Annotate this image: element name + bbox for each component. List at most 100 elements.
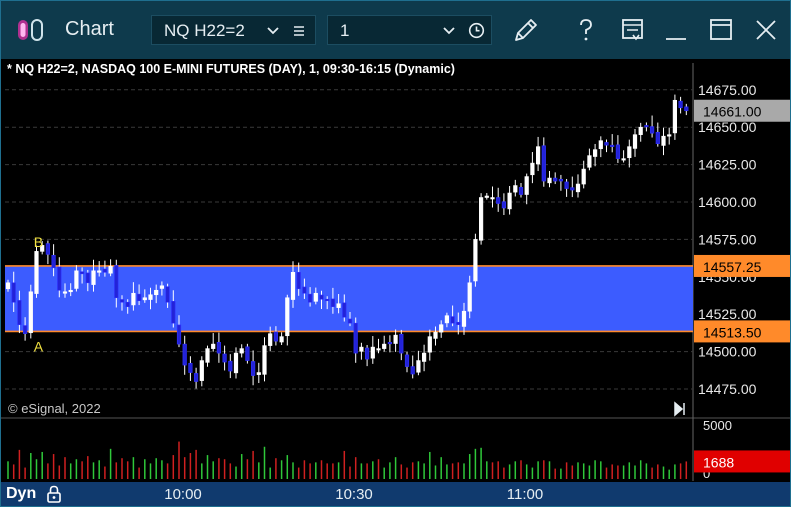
candle-body [621,158,626,161]
zone-lower-label: 14513.50 [703,324,762,340]
time-tick-label: 10:00 [164,486,202,503]
candle-body [524,176,529,195]
candle-body [325,298,330,302]
volume-last-label: 1688 [703,454,734,470]
candle-body [142,297,147,301]
candle-body [598,140,603,150]
time-tick-label: 10:30 [335,486,373,503]
candle-body [496,197,501,204]
candle-body [131,292,136,306]
candle-body [439,324,444,333]
candle-body [51,254,56,269]
candle-body [684,106,689,112]
candle-body [615,144,620,159]
candle-body [279,336,284,343]
chart-window: Chart NQ H22=2 1 * NQ H22=2, NASDAQ 100 … [0,0,791,507]
candle-body [461,310,467,327]
candle-body [518,187,524,195]
candle-body [450,316,455,324]
candle-body [285,297,290,337]
price-chart[interactable]: 14675.0014650.0014625.0014600.0014575.00… [1,1,790,481]
candle-body [342,302,347,318]
candle-body [114,265,119,299]
candle-body [581,168,586,185]
candle-body [364,347,370,360]
candle-body [387,342,393,345]
candle-body [17,300,22,325]
candle-body [222,353,227,363]
candle-body [34,251,39,294]
candle-body [74,270,79,289]
candle-body [632,134,638,149]
candle-body [194,373,199,382]
candle-body [530,162,535,176]
candle-body [57,266,62,291]
candle-body [478,197,484,241]
candle-body [233,352,239,374]
y-tick-label: 14500.00 [698,344,757,360]
candle-body [296,272,301,290]
candle-body [638,126,643,135]
candle-body [80,271,85,275]
scroll-right-icon[interactable] [674,401,685,417]
candle-body [5,282,11,290]
candle-body [85,272,90,284]
candle-body [28,291,33,334]
candle-body [610,144,615,147]
candle-body [251,361,256,376]
candle-body [433,331,438,339]
candle-body [216,342,222,354]
candle-body [273,331,279,342]
candle-body [211,343,216,349]
candle-body [336,303,341,308]
candle-body [627,146,632,159]
candle-body [256,372,261,375]
candle-body [564,181,569,189]
candle-body [137,293,142,302]
candle-body [102,268,107,273]
candle-body [108,266,113,274]
candle-body [604,142,609,146]
candle-body [587,155,592,168]
candle-body [393,334,398,344]
candle-body [228,360,233,372]
dynamic-mode-label[interactable]: Dyn [6,485,36,503]
candle-body [159,285,165,289]
candle-body [171,301,176,324]
candle-body [575,183,581,193]
candle-body [444,315,450,324]
y-tick-label: 14625.00 [698,157,757,173]
candle-body [382,343,387,349]
candle-body [182,343,187,366]
y-tick-label: 14600.00 [698,194,757,210]
candle-body [667,134,672,137]
y-tick-label: 14525.00 [698,306,757,322]
candle-body [353,322,358,354]
candle-body [541,145,546,182]
candle-body [91,270,96,285]
candle-body [410,366,415,375]
copyright-text: © eSignal, 2022 [8,401,101,416]
candle-body [62,291,68,294]
candle-body [290,272,296,300]
candle-body [672,99,677,134]
candle-body [535,146,541,165]
candle-body [97,270,102,273]
time-tick-label: 11:00 [506,486,544,503]
candle-body [245,346,250,361]
candle-body [421,352,427,362]
candle-body [262,345,267,375]
y-tick-label: 14675.00 [698,82,757,98]
candle-body [507,192,512,210]
zone-upper-label: 14557.25 [703,259,762,275]
candle-body [376,348,381,351]
candle-body [473,239,478,282]
lock-icon[interactable] [44,484,64,504]
candle-body [319,294,324,300]
candle-body [22,325,28,334]
candle-body [125,301,130,308]
candle-body [199,360,204,381]
candle-body [501,201,507,209]
candle-body [148,294,153,300]
candle-body [547,177,552,184]
